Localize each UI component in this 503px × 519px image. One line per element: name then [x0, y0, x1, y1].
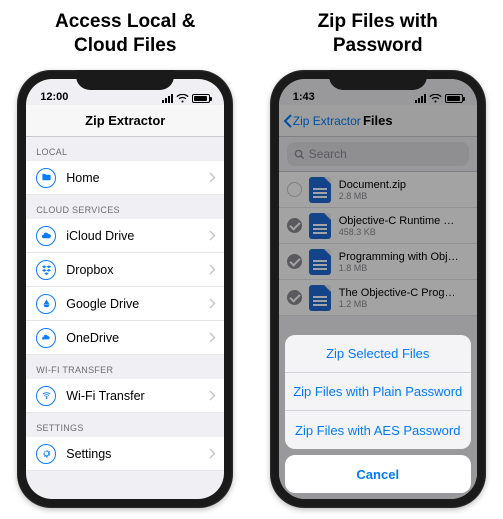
nav-bar: Zip Extractor [26, 105, 224, 137]
section-header-cloud: CLOUD SERVICES [26, 195, 224, 219]
action-sheet: Zip Selected Files Zip Files with Plain … [285, 335, 471, 493]
section-header-local: LOCAL [26, 137, 224, 161]
chevron-right-icon [209, 390, 216, 401]
cloud-icon [36, 226, 56, 246]
action-sheet-group: Zip Selected Files Zip Files with Plain … [285, 335, 471, 449]
status-time: 1:43 [293, 91, 315, 103]
marketing-panel-left: Access Local &Cloud Files 12:00 Zip Extr… [8, 4, 243, 515]
notch [76, 70, 174, 90]
battery-icon [192, 94, 210, 103]
row-label: Wi-Fi Transfer [66, 389, 144, 403]
panel-title: Access Local &Cloud Files [55, 10, 195, 58]
action-zip-aes-password[interactable]: Zip Files with AES Password [285, 411, 471, 449]
notch [329, 70, 427, 90]
action-cancel[interactable]: Cancel [285, 455, 471, 493]
nav-title: Zip Extractor [85, 113, 165, 128]
phone-frame: 1:43 Zip Extractor Files Search [270, 70, 486, 508]
signal-icon [415, 94, 426, 103]
row-dropbox[interactable]: Dropbox [26, 253, 224, 287]
chevron-right-icon [209, 172, 216, 183]
screen: 12:00 Zip Extractor LOCAL Home CLOUD SER… [26, 79, 224, 499]
panel-title: Zip Files withPassword [318, 10, 438, 58]
dropbox-icon [36, 260, 56, 280]
status-indicators [415, 94, 463, 103]
row-label: Home [66, 171, 99, 185]
row-label: iCloud Drive [66, 229, 134, 243]
battery-icon [445, 94, 463, 103]
status-time: 12:00 [40, 91, 68, 103]
marketing-panel-right: Zip Files withPassword 1:43 Zip Extracto… [261, 4, 496, 515]
section-header-wifi: WI-FI TRANSFER [26, 355, 224, 379]
row-onedrive[interactable]: OneDrive [26, 321, 224, 355]
wifi-icon [36, 386, 56, 406]
action-zip-plain-password[interactable]: Zip Files with Plain Password [285, 373, 471, 411]
chevron-right-icon [209, 332, 216, 343]
phone-frame: 12:00 Zip Extractor LOCAL Home CLOUD SER… [17, 70, 233, 508]
row-label: Settings [66, 447, 111, 461]
section-header-settings: SETTINGS [26, 413, 224, 437]
row-google-drive[interactable]: Google Drive [26, 287, 224, 321]
row-settings[interactable]: Settings [26, 437, 224, 471]
row-icloud[interactable]: iCloud Drive [26, 219, 224, 253]
chevron-right-icon [209, 298, 216, 309]
chevron-right-icon [209, 264, 216, 275]
gear-icon [36, 444, 56, 464]
signal-icon [162, 94, 173, 103]
chevron-right-icon [209, 448, 216, 459]
row-wifi-transfer[interactable]: Wi-Fi Transfer [26, 379, 224, 413]
action-zip-selected[interactable]: Zip Selected Files [285, 335, 471, 373]
row-label: Google Drive [66, 297, 139, 311]
row-label: Dropbox [66, 263, 113, 277]
screen: 1:43 Zip Extractor Files Search [279, 79, 477, 499]
chevron-right-icon [209, 230, 216, 241]
wifi-status-icon [176, 94, 189, 103]
status-indicators [162, 94, 210, 103]
wifi-status-icon [429, 94, 442, 103]
gdrive-icon [36, 294, 56, 314]
folder-icon [36, 168, 56, 188]
onedrive-icon [36, 328, 56, 348]
row-home[interactable]: Home [26, 161, 224, 195]
row-label: OneDrive [66, 331, 119, 345]
